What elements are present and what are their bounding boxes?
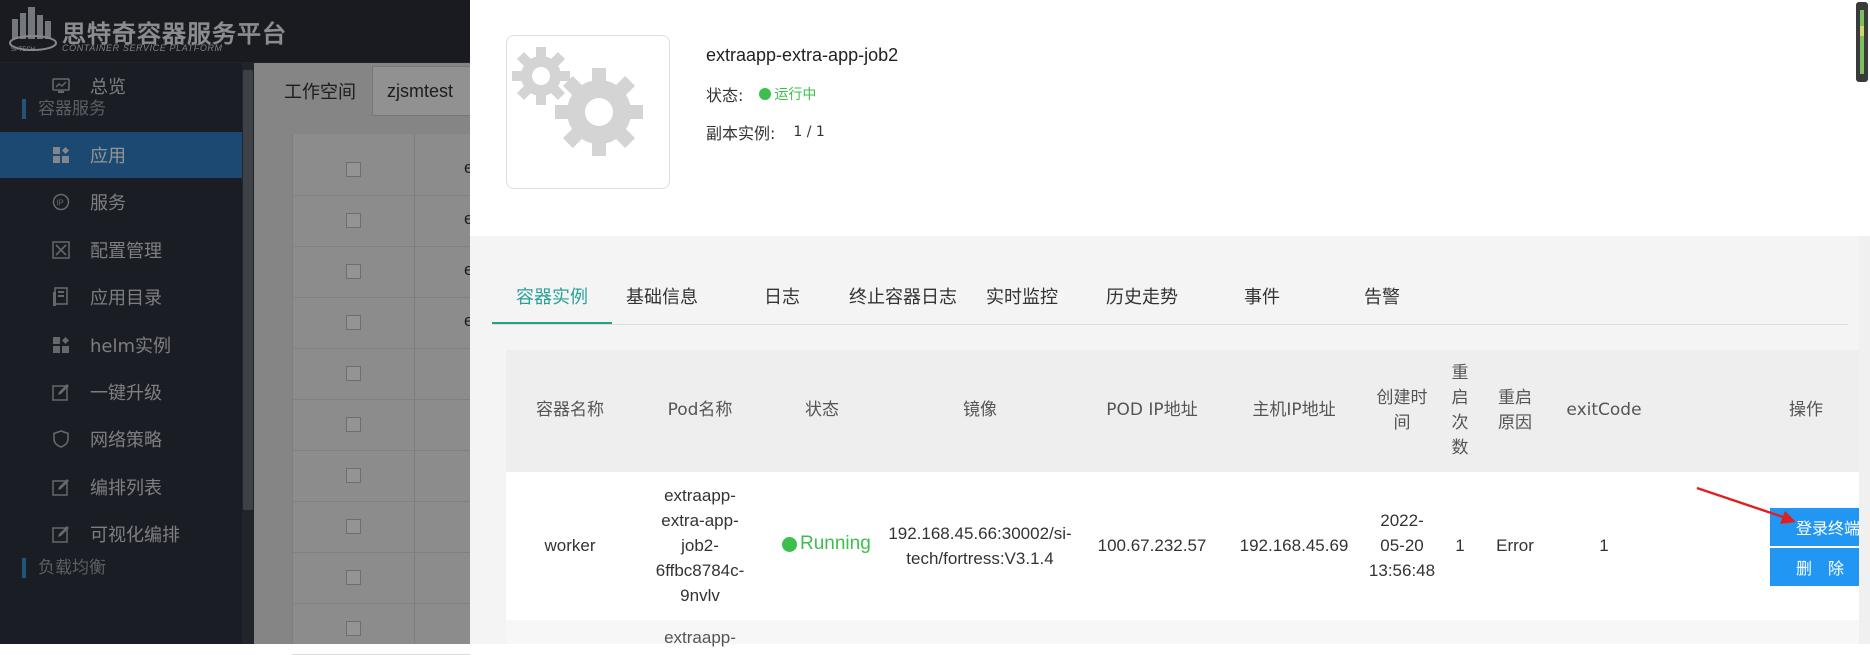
cell-image-line: tech/fortress:V3.1.4 [906, 549, 1054, 568]
col-restart-count-line: 数 [1451, 438, 1469, 458]
cell-created-line: 05-20 [1380, 536, 1424, 555]
cell-created: 2022- 05-20 13:56:48 [1366, 508, 1438, 583]
status-label: 状态: [706, 86, 744, 105]
cell-created-line: 13:56:48 [1368, 561, 1436, 580]
cell-pod-name-line: 6ffbc8784c- [655, 561, 745, 580]
cell-host-ip: 192.168.45.69 [1239, 536, 1349, 555]
col-pod-ip: POD IP地址 [1106, 400, 1198, 420]
cell-exit-code: 1 [1599, 536, 1609, 555]
cell-pod-name-line: extraapp- [664, 486, 736, 505]
running-dot-icon [782, 536, 797, 552]
cell-pod-name-line: 9nvlv [680, 586, 720, 605]
tab-container-instances[interactable]: 容器实例 [492, 278, 612, 324]
col-restart-count-line: 次 [1451, 413, 1469, 433]
app-name: extraapp-extra-app-job2 [706, 45, 899, 65]
detail-tabs: 容器实例 基础信息 日志 终止容器日志 实时监控 历史走势 事件 告警 [492, 278, 1848, 325]
col-image: 镜像 [963, 400, 997, 420]
col-restart-count-line: 启 [1451, 388, 1469, 408]
gears-icon [512, 47, 643, 156]
table-row: worker extraapp- extra-app- job2- 6ffbc8… [506, 472, 1870, 620]
cell-restart-reason: Error [1496, 536, 1534, 555]
replica-value: 1 / 1 [793, 124, 825, 140]
app-icon-box [506, 35, 670, 189]
tab-logs[interactable]: 日志 [732, 278, 832, 322]
col-actions: 操作 [1789, 400, 1823, 420]
col-restart-reason-line: 重启 [1498, 388, 1532, 408]
col-container-name: 容器名称 [536, 400, 604, 420]
instances-table-header: 容器名称 Pod名称 状态 镜像 POD IP地址 主机IP地址 创建时 间 重… [506, 350, 1870, 472]
app-detail-drawer: extraapp-extra-app-job2 状态: 运行中 副本实例: 1 … [470, 0, 1870, 647]
col-restart-reason-line: 原因 [1498, 413, 1532, 433]
col-restart-reason: 重启 原因 [1482, 386, 1548, 436]
tab-history-trend[interactable]: 历史走势 [1092, 278, 1192, 322]
col-restart-count-line: 重 [1451, 363, 1469, 383]
col-created-line: 间 [1393, 413, 1411, 433]
status-dot-icon [759, 88, 772, 100]
cell-status: Running [782, 533, 871, 555]
col-status: 状态 [805, 400, 839, 420]
cell-pod-ip: 100.67.232.57 [1097, 536, 1207, 555]
tab-basic-info[interactable]: 基础信息 [612, 278, 712, 322]
drawer-header: extraapp-extra-app-job2 状态: 运行中 副本实例: 1 … [470, 0, 1870, 236]
cell-pod-name: extraapp- extra-app- job2- 6ffbc8784c- 9… [634, 483, 766, 608]
cell-restart-count: 1 [1455, 536, 1465, 555]
tab-alerts[interactable]: 告警 [1332, 278, 1432, 322]
tab-realtime-monitor[interactable]: 实时监控 [972, 278, 1072, 322]
cell-container-name: worker [544, 536, 596, 555]
col-host-ip: 主机IP地址 [1252, 400, 1336, 420]
cell-pod-name-line: job2- [681, 536, 719, 555]
tab-terminated-logs[interactable]: 终止容器日志 [834, 278, 972, 322]
replica-label: 副本实例: [706, 124, 776, 143]
cell-pod-name-partial: extraapp- [664, 628, 736, 647]
tab-events[interactable]: 事件 [1212, 278, 1312, 322]
col-pod-name: Pod名称 [667, 400, 733, 420]
drawer-scrollbar[interactable] [1859, 236, 1870, 644]
cell-pod-name-line: extra-app- [661, 511, 739, 530]
status-line: 状态: 运行中 [706, 82, 816, 106]
col-restart-count: 重 启 次 数 [1438, 361, 1482, 461]
replica-line: 副本实例: 1 / 1 [706, 120, 825, 144]
col-created-line: 创建时 [1376, 388, 1428, 408]
table-row: extraapp- [506, 620, 1870, 647]
modal-overlay[interactable] [0, 0, 470, 644]
col-exit-code: exitCode [1566, 400, 1642, 420]
annotation-arrow-icon [1696, 486, 1796, 524]
cell-image: 192.168.45.66:30002/si- tech/fortress:V3… [878, 521, 1082, 571]
delete-button[interactable]: 删 除 [1770, 548, 1870, 586]
status-value: 运行中 [774, 87, 817, 103]
drawer-resize-handle-icon[interactable] [1852, 0, 1870, 86]
col-created: 创建时 间 [1366, 386, 1438, 436]
cell-created-line: 2022- [1380, 511, 1424, 530]
cell-image-line: 192.168.45.66:30002/si- [888, 524, 1072, 543]
cell-status-text: Running [800, 533, 871, 554]
